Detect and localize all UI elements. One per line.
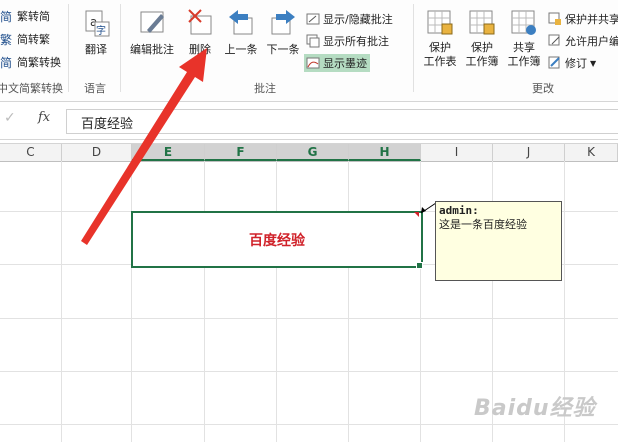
comment-box[interactable]: admin: 这是一条百度经验 bbox=[435, 201, 562, 281]
show-all-comments-icon bbox=[306, 34, 320, 48]
translate-icon: a 字 bbox=[85, 10, 110, 37]
grid-column-line bbox=[61, 161, 62, 442]
convert-icon: 简 bbox=[0, 55, 14, 70]
fill-handle[interactable] bbox=[416, 262, 423, 269]
delete-comment-icon bbox=[188, 9, 212, 35]
cell-value: 百度经验 bbox=[249, 232, 305, 249]
column-header-g[interactable]: G bbox=[277, 144, 349, 161]
edit-comment-icon bbox=[140, 11, 164, 33]
column-header-c[interactable]: C bbox=[0, 144, 62, 161]
grid-column-line bbox=[276, 161, 277, 442]
show-all-comments-button[interactable]: 显示所有批注 bbox=[306, 32, 389, 50]
arrow-left-icon bbox=[229, 10, 253, 35]
previous-comment-button[interactable]: 上一条 bbox=[220, 8, 262, 57]
group-label-chinese-convert: 中文简繁转换 bbox=[0, 82, 63, 95]
column-header-i[interactable]: I bbox=[421, 144, 493, 161]
show-hide-comment-icon bbox=[306, 12, 320, 26]
svg-text:简: 简 bbox=[0, 10, 12, 23]
allow-edit-icon bbox=[548, 34, 562, 48]
column-header-h[interactable]: H bbox=[349, 144, 421, 161]
convert-button[interactable]: 简 简繁转换 bbox=[0, 53, 61, 71]
column-header-f[interactable]: F bbox=[205, 144, 277, 161]
column-header-k[interactable]: K bbox=[565, 144, 618, 161]
svg-text:字: 字 bbox=[96, 24, 106, 37]
simp-to-trad-button[interactable]: 繁 简转繁 bbox=[0, 30, 50, 48]
simp-trad-icon: 繁 bbox=[0, 32, 14, 47]
share-workbook-button[interactable]: 共享 工作簿 bbox=[503, 8, 545, 69]
svg-text:简: 简 bbox=[0, 56, 12, 69]
group-separator bbox=[68, 4, 69, 92]
group-separator bbox=[413, 4, 414, 92]
comment-text: 这是一条百度经验 bbox=[439, 218, 527, 231]
insert-function-icon[interactable]: fx bbox=[38, 110, 50, 125]
next-comment-button[interactable]: 下一条 bbox=[262, 8, 304, 57]
track-changes-button[interactable]: 修订 ▼ bbox=[548, 54, 596, 72]
enter-icon[interactable]: ✓ bbox=[4, 110, 16, 126]
grid-row-line bbox=[0, 318, 618, 319]
annotation-arrow bbox=[81, 48, 207, 245]
watermark: Baidu经验 bbox=[474, 396, 596, 421]
chevron-down-icon: ▼ bbox=[590, 58, 597, 68]
protect-sheet-button[interactable]: 保护 工作表 bbox=[419, 8, 461, 69]
protect-workbook-icon bbox=[469, 10, 495, 35]
svg-text:繁: 繁 bbox=[0, 32, 12, 46]
grid-row-line bbox=[0, 371, 618, 372]
column-header-j[interactable]: J bbox=[493, 144, 565, 161]
group-label-changes: 更改 bbox=[532, 82, 554, 95]
track-changes-icon bbox=[548, 56, 562, 70]
comment-author: admin: bbox=[439, 204, 479, 217]
protect-sheet-icon bbox=[427, 10, 453, 35]
show-ink-button[interactable]: 显示墨迹 bbox=[304, 54, 370, 72]
protect-share-button[interactable]: 保护并共享 bbox=[548, 10, 618, 28]
grid-row-line bbox=[0, 424, 618, 425]
protect-share-icon bbox=[548, 12, 562, 26]
show-hide-comment-button[interactable]: 显示/隐藏批注 bbox=[306, 10, 393, 28]
grid-column-line bbox=[348, 161, 349, 442]
group-label-comments: 批注 bbox=[254, 82, 276, 95]
trad-to-simp-button[interactable]: 简 繁转简 bbox=[0, 7, 50, 25]
allow-edit-ranges-button[interactable]: 允许用户编 bbox=[548, 32, 618, 50]
protect-workbook-button[interactable]: 保护 工作簿 bbox=[461, 8, 503, 69]
trad-simp-icon: 简 bbox=[0, 9, 14, 24]
arrow-right-icon bbox=[271, 10, 295, 35]
ink-icon bbox=[306, 56, 320, 70]
share-workbook-icon bbox=[511, 10, 536, 35]
